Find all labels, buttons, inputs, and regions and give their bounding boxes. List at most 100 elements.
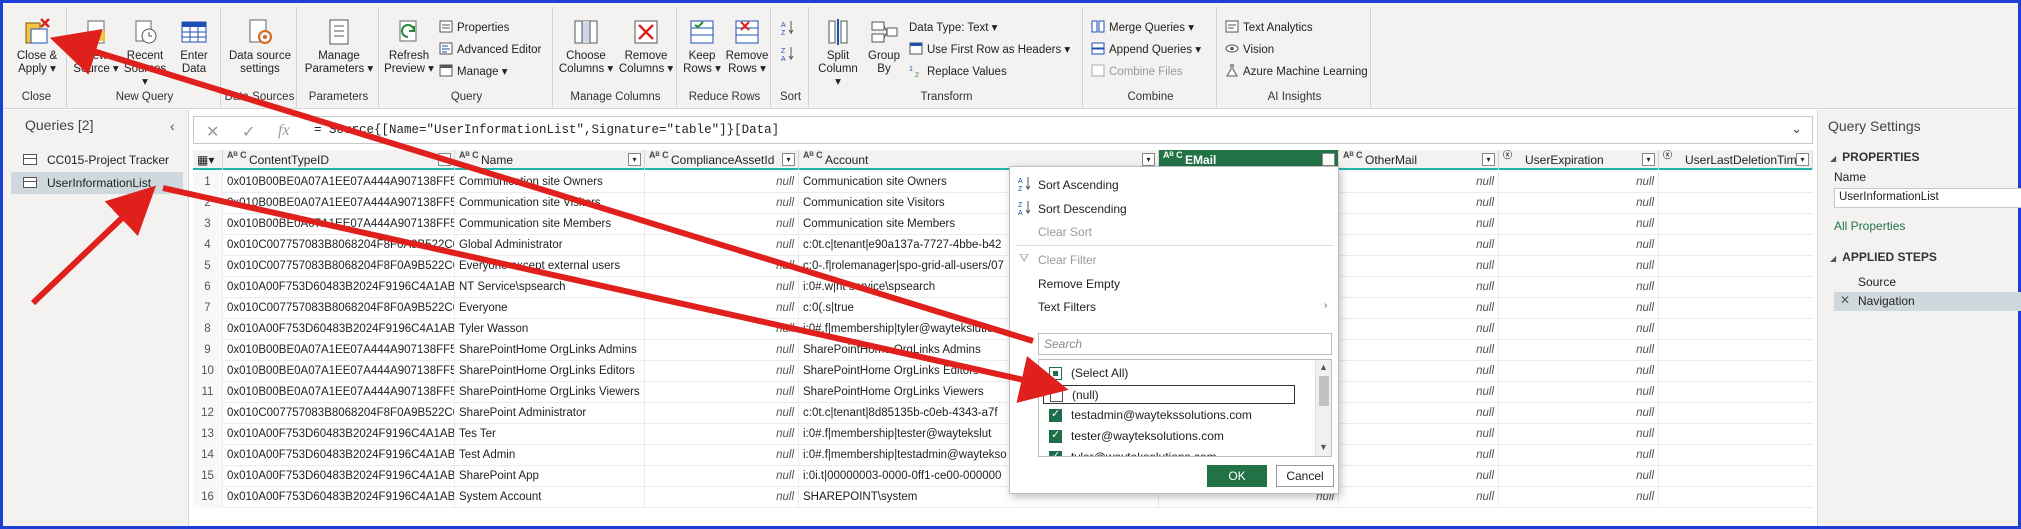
all-properties-link[interactable]: All Properties <box>1834 219 1905 233</box>
table-cell[interactable]: null <box>1499 319 1659 340</box>
expand-formula-chevron-icon[interactable]: ⌄ <box>1791 121 1802 137</box>
ok-button[interactable]: OK <box>1207 465 1267 487</box>
enter-data-button[interactable]: Enter Data <box>171 17 217 76</box>
table-cell[interactable]: 0x010B00BE0A07A1EE07A444A907138FF53... <box>223 172 455 193</box>
text-type-icon[interactable]: Aᴮ C <box>227 151 247 160</box>
table-cell[interactable]: 0x010B00BE0A07A1EE07A444A907138FF53... <box>223 361 455 382</box>
table-cell[interactable]: NT Service\spsearch <box>455 277 645 298</box>
table-cell[interactable]: null <box>1499 403 1659 424</box>
table-cell[interactable]: null <box>1339 445 1499 466</box>
text-type-icon[interactable]: Aᴮ C <box>1163 151 1183 160</box>
table-cell[interactable]: null <box>1339 193 1499 214</box>
new-source-button[interactable]: New Source ▾ <box>73 17 119 76</box>
filter-value-item[interactable]: tyler@wayteksolutions.com <box>1039 448 1315 456</box>
table-cell[interactable]: null <box>1339 466 1499 487</box>
checkbox[interactable] <box>1049 407 1062 422</box>
remove-rows-button[interactable]: Remove Rows ▾ <box>725 17 769 76</box>
filter-dropdown-icon[interactable]: ▾ <box>1142 153 1155 166</box>
sort-descending-ribbon-button[interactable]: ZA <box>781 45 799 63</box>
azure-ml-button[interactable]: Azure Machine Learning <box>1225 63 1368 81</box>
table-cell[interactable]: null <box>1499 424 1659 445</box>
clear-filter-menu-item[interactable]: Clear Filter <box>1038 253 1097 267</box>
table-cell[interactable]: null <box>1339 487 1499 508</box>
checkbox[interactable] <box>1049 428 1062 443</box>
table-cell[interactable]: null <box>1339 424 1499 445</box>
table-cell[interactable]: SharePointHome OrgLinks Editors <box>455 361 645 382</box>
close-apply-button[interactable]: Close & Apply ▾ <box>11 17 63 76</box>
table-cell[interactable]: null <box>645 466 799 487</box>
replace-values-button[interactable]: 1 2 Replace Values <box>909 63 1007 81</box>
table-cell[interactable]: 0x010B00BE0A07A1EE07A444A907138FF53... <box>223 214 455 235</box>
table-cell[interactable]: 0x010C007757083B8068204F8F0A9B522C06... <box>223 298 455 319</box>
table-cell[interactable]: 0x010C007757083B8068204F8F0A9B522C06... <box>223 403 455 424</box>
table-cell[interactable]: null <box>645 361 799 382</box>
table-cell[interactable]: Everyone <box>455 298 645 319</box>
clear-sort-menu-item[interactable]: Clear Sort <box>1038 225 1092 239</box>
table-cell[interactable]: null <box>1339 277 1499 298</box>
cancel-button[interactable]: Cancel <box>1276 465 1334 487</box>
table-cell[interactable]: null <box>1339 319 1499 340</box>
table-cell[interactable]: Global Administrator <box>455 235 645 256</box>
recent-sources-button[interactable]: Recent Sources ▾ <box>121 17 169 89</box>
table-cell[interactable]: null <box>1339 256 1499 277</box>
sort-ascending-ribbon-button[interactable]: AZ <box>781 19 799 37</box>
table-cell[interactable]: 0x010A00F753D60483B2024F9196C4A1AB0... <box>223 466 455 487</box>
table-cell[interactable]: null <box>1499 382 1659 403</box>
table-cell[interactable]: null <box>1339 382 1499 403</box>
table-cell[interactable]: null <box>645 382 799 403</box>
table-cell[interactable]: 0x010A00F753D60483B2024F9196C4A1AB0... <box>223 319 455 340</box>
remove-empty-menu-item[interactable]: Remove Empty <box>1038 277 1120 291</box>
table-cell[interactable]: null <box>645 340 799 361</box>
data-type-dropdown[interactable]: Data Type: Text ▾ <box>909 19 997 37</box>
refresh-preview-button[interactable]: Refresh Preview ▾ <box>383 17 435 76</box>
vision-button[interactable]: Vision <box>1225 41 1274 59</box>
table-cell[interactable]: Everyone except external users <box>455 256 645 277</box>
table-cell[interactable]: null <box>645 487 799 508</box>
checkbox[interactable] <box>1050 389 1063 402</box>
table-cell[interactable]: null <box>1499 172 1659 193</box>
table-cell[interactable]: null <box>1339 214 1499 235</box>
data-source-settings-button[interactable]: Data source settings <box>225 17 295 76</box>
use-first-row-headers-button[interactable]: Use First Row as Headers ▾ <box>909 41 1070 59</box>
table-cell[interactable]: null <box>1339 298 1499 319</box>
column-header[interactable]: ⓧ UserLastDeletionTime ▾ <box>1659 150 1813 170</box>
scroll-up-icon[interactable]: ▲ <box>1319 362 1328 372</box>
query-name-input[interactable]: UserInformationList <box>1834 188 2021 208</box>
filter-value-item[interactable]: (null) <box>1043 385 1295 404</box>
filter-dropdown-icon[interactable]: ▾ <box>438 153 451 166</box>
text-type-icon[interactable]: ⓧ <box>1663 151 1672 160</box>
filter-dropdown-icon[interactable]: ▾ <box>1642 153 1655 166</box>
table-cell[interactable]: null <box>1339 340 1499 361</box>
filter-dropdown-icon[interactable]: ▾ <box>1322 153 1335 166</box>
table-cell[interactable]: null <box>645 424 799 445</box>
column-header[interactable]: Aᴮ C ContentTypeID ▾ <box>223 150 455 170</box>
filter-dropdown-icon[interactable]: ▾ <box>782 153 795 166</box>
table-cell[interactable]: null <box>645 277 799 298</box>
filter-dropdown-icon[interactable]: ▾ <box>1796 153 1809 166</box>
fx-icon[interactable]: fx <box>278 122 290 140</box>
filter-dropdown-icon[interactable]: ▾ <box>1482 153 1495 166</box>
table-cell[interactable]: null <box>645 172 799 193</box>
text-analytics-button[interactable]: Text Analytics <box>1225 19 1313 37</box>
table-cell[interactable]: 0x010A00F753D60483B2024F9196C4A1AB0... <box>223 424 455 445</box>
table-cell[interactable]: 0x010C007757083B8068204F8F0A9B522C06... <box>223 235 455 256</box>
table-cell[interactable]: null <box>1339 172 1499 193</box>
table-cell[interactable]: null <box>645 256 799 277</box>
remove-columns-button[interactable]: Remove Columns ▾ <box>617 17 675 76</box>
text-type-icon[interactable]: Aᴮ C <box>649 151 669 160</box>
text-type-icon[interactable]: Aᴮ C <box>459 151 479 160</box>
collapse-chevron-icon[interactable]: ‹ <box>170 118 175 134</box>
text-filters-menu-item[interactable]: Text Filters <box>1038 300 1096 314</box>
table-cell[interactable]: 0x010B00BE0A07A1EE07A444A907138FF53... <box>223 193 455 214</box>
table-cell[interactable]: null <box>645 403 799 424</box>
table-cell[interactable]: null <box>645 298 799 319</box>
sort-descending-menu-item[interactable]: Sort Descending <box>1038 202 1127 216</box>
advanced-editor-button[interactable]: Advanced Editor <box>439 41 541 59</box>
table-cell[interactable]: null <box>1499 214 1659 235</box>
column-header[interactable]: Aᴮ C OtherMail ▾ <box>1339 150 1499 170</box>
filter-value-item[interactable]: tester@wayteksolutions.com <box>1039 427 1315 446</box>
table-cell[interactable]: 0x010C007757083B8068204F8F0A9B522C06... <box>223 256 455 277</box>
column-header[interactable]: Aᴮ C ComplianceAssetId ▾ <box>645 150 799 170</box>
table-cell[interactable]: Tyler Wasson <box>455 319 645 340</box>
table-cell[interactable]: null <box>1499 277 1659 298</box>
